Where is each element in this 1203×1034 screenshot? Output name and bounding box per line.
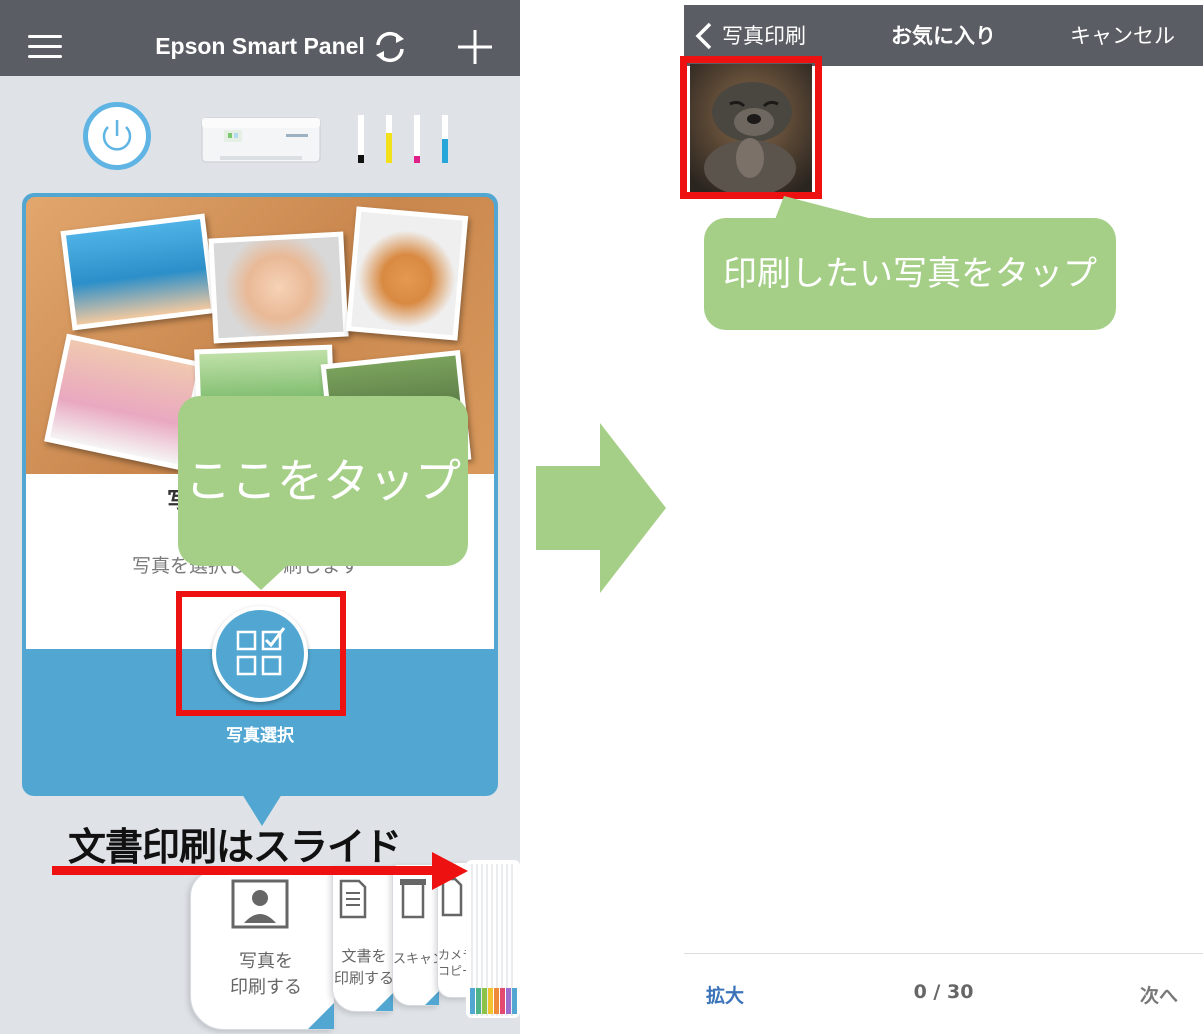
collage-photo bbox=[345, 206, 469, 341]
sync-icon[interactable] bbox=[370, 27, 410, 67]
tap-photo-text: 印刷したい写真をタップ bbox=[723, 254, 1097, 294]
printer-image[interactable] bbox=[200, 110, 322, 166]
photo-select-label: 写真選択 bbox=[226, 726, 294, 746]
cancel-button[interactable]: キャンセル bbox=[1070, 20, 1175, 50]
tab-document-print-label: 文書を 印刷する bbox=[333, 947, 394, 987]
ink-yellow bbox=[386, 115, 392, 163]
toolbar-divider bbox=[684, 953, 1203, 954]
next-button[interactable]: 次へ bbox=[1140, 981, 1178, 1008]
tab-scan-label: スキャンする bbox=[393, 952, 441, 967]
power-button[interactable] bbox=[83, 102, 151, 170]
selection-counter: 0 / 30 bbox=[913, 981, 974, 1003]
collage-photo bbox=[208, 231, 349, 344]
ink-magenta bbox=[414, 115, 420, 163]
document-icon bbox=[339, 879, 367, 919]
tab-photo-print-label: 写真を 印刷する bbox=[230, 951, 302, 998]
tap-here-callout-tail bbox=[233, 564, 289, 590]
slide-hint-text: 文書印刷はスライド bbox=[68, 825, 402, 869]
more-tabs-stack[interactable] bbox=[466, 860, 520, 1018]
tab-photo-print[interactable]: 写真を 印刷する bbox=[190, 870, 335, 1030]
menu-icon[interactable] bbox=[28, 35, 62, 59]
tap-here-text: ここをタップ bbox=[185, 454, 461, 508]
tab-document-print[interactable]: 文書を 印刷する bbox=[332, 866, 394, 1012]
flow-arrow bbox=[536, 466, 604, 550]
ink-black bbox=[358, 115, 364, 163]
plus-icon[interactable] bbox=[456, 28, 494, 66]
slide-arrow-head bbox=[432, 852, 468, 890]
right-phone-screen: 写真印刷 お気に入り キャンセル 印刷したい写真をタップ 拡大 0 / 30 次… bbox=[680, 0, 1203, 1034]
power-icon bbox=[102, 120, 132, 151]
collage-photo bbox=[60, 213, 217, 331]
left-phone-screen: Epson Smart Panel 写真を選択して印刷します 写真選択 ここをタ… bbox=[0, 0, 520, 1034]
flow-arrow-head bbox=[600, 423, 666, 593]
highlight-box bbox=[176, 591, 346, 716]
highlight-box bbox=[680, 56, 822, 199]
ink-cyan bbox=[442, 115, 448, 163]
slide-arrow bbox=[52, 866, 442, 875]
ink-level-icon bbox=[356, 115, 456, 167]
person-photo-icon bbox=[231, 879, 289, 929]
app-title: Epson Smart Panel bbox=[155, 33, 365, 59]
scanner-icon bbox=[400, 879, 426, 919]
